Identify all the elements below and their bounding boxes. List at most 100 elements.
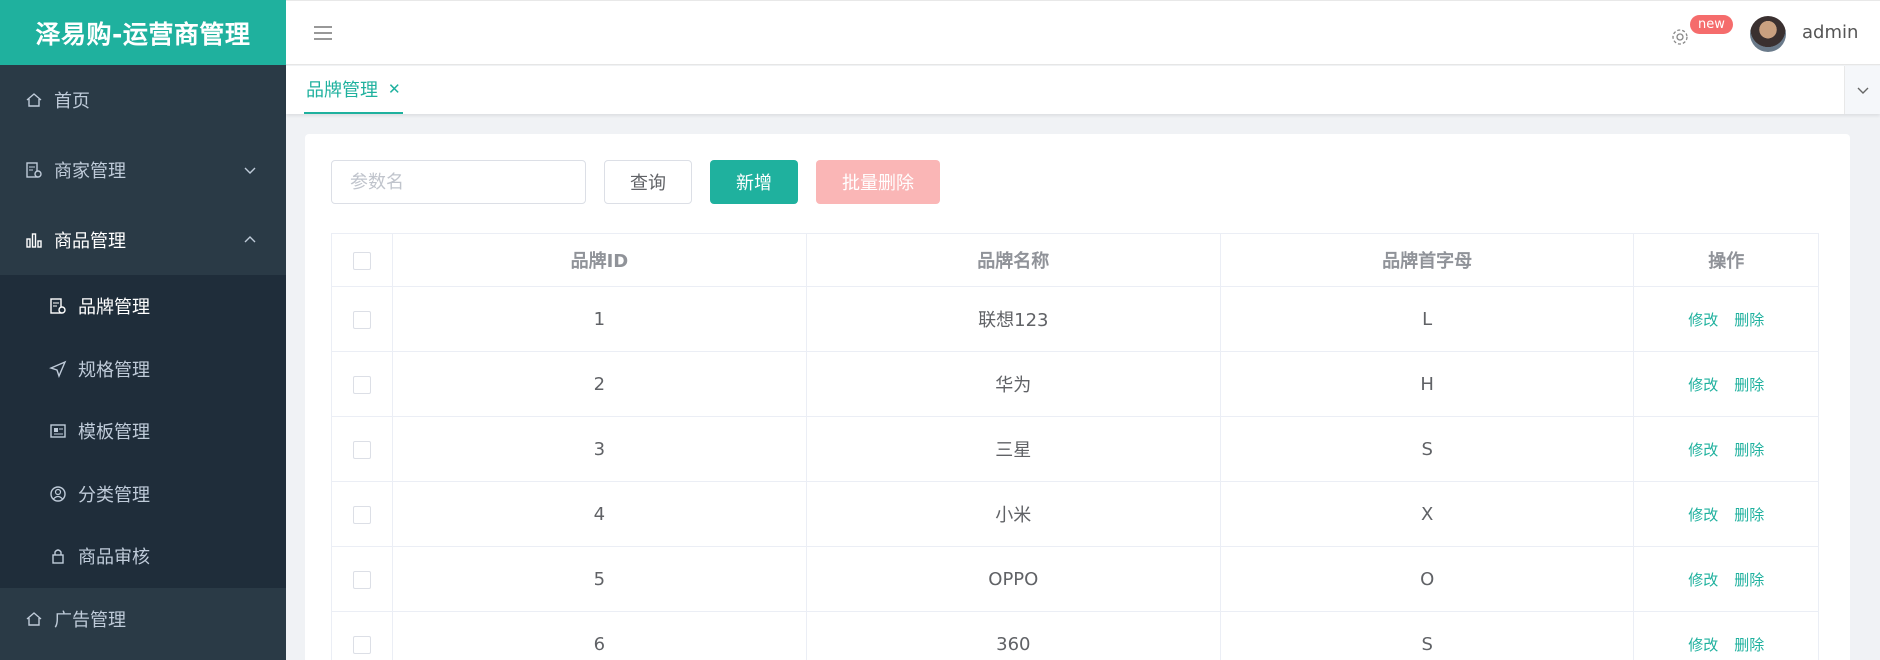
query-button[interactable]: 查询 — [604, 160, 692, 204]
cell-operations: 修改 删除 — [1633, 611, 1819, 660]
select-all-checkbox[interactable] — [353, 251, 372, 270]
table-row: 2 华为 H 修改 删除 — [331, 351, 1819, 417]
cell-operations: 修改 删除 — [1633, 481, 1819, 547]
delete-link[interactable]: 删除 — [1734, 506, 1764, 524]
sidebar-item-home[interactable]: 首页 — [0, 65, 286, 135]
edit-link[interactable]: 修改 — [1688, 506, 1718, 524]
edit-link[interactable]: 修改 — [1688, 376, 1718, 394]
row-checkbox[interactable] — [353, 440, 372, 459]
tabs-dropdown-button[interactable] — [1844, 66, 1880, 114]
select-all-cell — [331, 233, 394, 287]
delete-link[interactable]: 删除 — [1734, 441, 1764, 459]
bar-chart-icon — [24, 230, 44, 250]
chevron-down-icon — [1857, 87, 1868, 94]
search-input[interactable] — [331, 160, 586, 204]
edit-link[interactable]: 修改 — [1688, 311, 1718, 329]
cell-brand-letter: X — [1220, 481, 1635, 547]
avatar[interactable] — [1750, 16, 1786, 52]
delete-link[interactable]: 删除 — [1734, 376, 1764, 394]
table-row: 1 联想123 L 修改 删除 — [331, 286, 1819, 352]
cell-operations: 修改 删除 — [1633, 286, 1819, 352]
tabs-bar: 品牌管理 ✕ — [286, 66, 1880, 114]
sidebar-item-label: 规格管理 — [78, 359, 150, 381]
home-icon — [24, 609, 44, 629]
sidebar-item-ads[interactable]: 广告管理 — [0, 588, 286, 650]
sidebar-item-label: 模板管理 — [78, 422, 150, 444]
cell-brand-name: 联想123 — [806, 286, 1221, 352]
sidebar-item-label: 广告管理 — [54, 609, 126, 631]
sidebar-item-label: 商品管理 — [54, 231, 126, 252]
cell-brand-id: 3 — [392, 416, 807, 482]
sidebar-item-label: 商品审核 — [78, 547, 150, 569]
row-checkbox[interactable] — [353, 635, 372, 654]
tab-brand-management[interactable]: 品牌管理 ✕ — [304, 66, 403, 114]
header-brand-letter: 品牌首字母 — [1220, 233, 1635, 287]
batch-delete-button[interactable]: 批量删除 — [816, 160, 940, 204]
cell-brand-id: 2 — [392, 351, 807, 417]
cell-operations: 修改 删除 — [1633, 351, 1819, 417]
goods-submenu: 品牌管理 规格管理 模板管理 分类管理 商品审核 — [0, 275, 286, 588]
sidebar-item-brand[interactable]: 品牌管理 — [0, 275, 286, 338]
sidebar-item-spec[interactable]: 规格管理 — [0, 338, 286, 401]
toolbar: 查询 新增 批量删除 — [331, 160, 940, 204]
main-content: 查询 新增 批量删除 品牌ID 品牌名称 品牌首字母 操作 1 联想123 — [305, 134, 1850, 660]
sidebar-item-label: 品牌管理 — [78, 297, 150, 319]
cell-brand-id: 5 — [392, 546, 807, 612]
table-row: 4 小米 X 修改 删除 — [331, 481, 1819, 547]
sidebar-item-template[interactable]: 模板管理 — [0, 400, 286, 463]
user-icon — [48, 484, 68, 504]
edit-link[interactable]: 修改 — [1688, 441, 1718, 459]
sidebar-item-merchant[interactable]: 商家管理 — [0, 135, 286, 205]
header-brand-name: 品牌名称 — [806, 233, 1221, 287]
table-header-row: 品牌ID 品牌名称 品牌首字母 操作 — [331, 233, 1819, 287]
row-checkbox[interactable] — [353, 570, 372, 589]
delete-link[interactable]: 删除 — [1734, 636, 1764, 654]
delete-link[interactable]: 删除 — [1734, 571, 1764, 589]
table-row: 6 360 S 修改 删除 — [331, 611, 1819, 660]
edit-link[interactable]: 修改 — [1688, 636, 1718, 654]
brand-table: 品牌ID 品牌名称 品牌首字母 操作 1 联想123 L 修改 删除 2 华为 H… — [331, 233, 1819, 660]
home-icon — [24, 90, 44, 110]
header-brand-id: 品牌ID — [392, 233, 807, 287]
cell-brand-name: 华为 — [806, 351, 1221, 417]
close-icon[interactable]: ✕ — [388, 80, 401, 98]
cell-brand-letter: L — [1220, 286, 1635, 352]
row-checkbox[interactable] — [353, 505, 372, 524]
sidebar-item-category[interactable]: 分类管理 — [0, 463, 286, 526]
lock-icon — [48, 546, 68, 566]
hamburger-menu-icon[interactable] — [312, 23, 334, 43]
cell-brand-letter: O — [1220, 546, 1635, 612]
cell-brand-name: 小米 — [806, 481, 1221, 547]
cell-brand-name: OPPO — [806, 546, 1221, 612]
cell-brand-name: 三星 — [806, 416, 1221, 482]
cell-brand-letter: H — [1220, 351, 1635, 417]
cell-operations: 修改 删除 — [1633, 546, 1819, 612]
document-settings-icon — [24, 160, 44, 180]
gear-icon[interactable] — [1670, 27, 1690, 47]
sidebar: 泽易购-运营商管理 首页 商家管理 商品管理 品牌管理 规格管理 模板管理 分类… — [0, 0, 286, 660]
cell-operations: 修改 删除 — [1633, 416, 1819, 482]
document-settings-icon — [48, 296, 68, 316]
cell-brand-name: 360 — [806, 611, 1221, 660]
delete-link[interactable]: 删除 — [1734, 311, 1764, 329]
sidebar-item-review[interactable]: 商品审核 — [0, 525, 286, 588]
header-operations: 操作 — [1633, 233, 1819, 287]
sidebar-item-label: 商家管理 — [54, 161, 126, 182]
cell-brand-letter: S — [1220, 416, 1635, 482]
new-badge: new — [1690, 15, 1733, 34]
chevron-down-icon — [242, 162, 258, 178]
picture-icon — [48, 421, 68, 441]
send-icon — [48, 359, 68, 379]
row-checkbox[interactable] — [353, 375, 372, 394]
tab-label: 品牌管理 — [306, 80, 378, 101]
cell-brand-letter: S — [1220, 611, 1635, 660]
sidebar-item-goods[interactable]: 商品管理 — [0, 205, 286, 275]
row-checkbox[interactable] — [353, 310, 372, 329]
chevron-up-icon — [242, 232, 258, 248]
table-row: 3 三星 S 修改 删除 — [331, 416, 1819, 482]
edit-link[interactable]: 修改 — [1688, 571, 1718, 589]
add-button[interactable]: 新增 — [710, 160, 798, 204]
app-brand-title: 泽易购-运营商管理 — [0, 0, 286, 65]
username[interactable]: admin — [1802, 22, 1858, 43]
top-header: new admin — [286, 0, 1880, 65]
